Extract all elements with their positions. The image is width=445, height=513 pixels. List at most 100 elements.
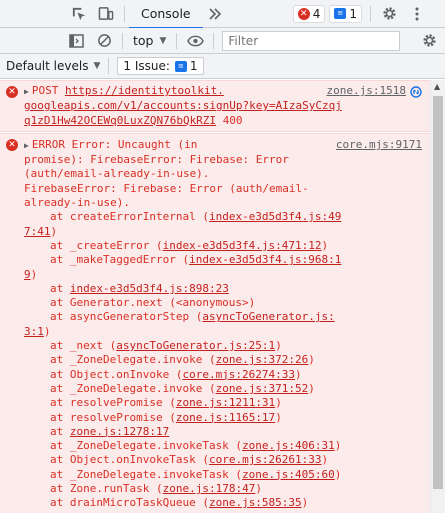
stack-frame-function: at _ZoneDelegate.invoke ( bbox=[50, 381, 216, 395]
error-text-line: already-in-use). bbox=[24, 196, 130, 210]
stack-frame-end: ) bbox=[275, 396, 282, 410]
stack-frame-function: at _makeTaggedError ( bbox=[50, 253, 190, 267]
message-line: core.mjs:9171 ▶ ERROR Error: Uncaught (in bbox=[24, 138, 422, 153]
request-url-link[interactable]: googleapis.com/v1/accounts:signUp?key=AI… bbox=[24, 99, 342, 112]
stack-frame: at _ZoneDelegate.invokeTask (zone.js:405… bbox=[24, 468, 422, 482]
stack-frame-link[interactable]: zone.js:371:52 bbox=[216, 382, 309, 395]
stack-frame-link[interactable]: index-e3d5d3f4.js:968:1 bbox=[189, 253, 341, 266]
stack-frame-function: at drainMicroTaskQueue ( bbox=[50, 496, 209, 510]
stack-frame-link[interactable]: index-e3d5d3f4.js:898:23 bbox=[70, 282, 229, 295]
stack-frame-end: ) bbox=[321, 238, 329, 252]
error-x-icon: ✕ bbox=[6, 138, 18, 151]
console-messages: ✕ zone.js:1518 ▶ POST https://identitytool… bbox=[0, 80, 430, 513]
message-line: q1zD1Hw42OCEWq0LuxZQN76bQkRZI 400 bbox=[24, 114, 422, 128]
stack-frame-function: at resolvePromise ( bbox=[50, 396, 176, 410]
kebab-menu-icon[interactable] bbox=[403, 0, 431, 28]
console-scrollbar[interactable]: ▲ bbox=[430, 80, 445, 513]
stack-frame: at _makeTaggedError (index-e3d5d3f4.js:9… bbox=[24, 253, 422, 267]
sidebar-toggle-icon[interactable] bbox=[62, 27, 90, 55]
source-link[interactable]: zone.js:1518 bbox=[327, 84, 406, 98]
stack-frame-end: ) bbox=[275, 339, 282, 353]
stack-frame: at resolvePromise (zone.js:1165:17) bbox=[24, 411, 422, 425]
gear-icon[interactable] bbox=[375, 0, 403, 28]
gear-icon[interactable] bbox=[415, 27, 443, 55]
context-select[interactable]: top ▼ bbox=[127, 33, 172, 48]
stack-frame-function: at Object.onInvokeTask ( bbox=[50, 453, 209, 467]
stack-frame-link[interactable]: asyncToGenerator.js: bbox=[202, 310, 334, 323]
error-x-icon: ✕ bbox=[297, 7, 310, 20]
stack-frame-link[interactable]: zone.js:372:26 bbox=[216, 353, 309, 366]
stack-frame: at Generator.next (<anonymous>) bbox=[24, 296, 422, 310]
stack-frame: at Zone.runTask (zone.js:178:47) bbox=[24, 482, 422, 496]
network-request-icon[interactable] bbox=[410, 86, 422, 98]
stack-frame-link[interactable]: zone.js:1278:17 bbox=[70, 425, 169, 438]
stack-frame-link[interactable]: zone.js:405:60 bbox=[242, 468, 335, 481]
stack-frame-link[interactable]: core.mjs:26274:33 bbox=[182, 368, 295, 381]
stack-frame-continuation: 9) bbox=[24, 268, 422, 282]
stack-frame-continuation: 7:41) bbox=[24, 225, 422, 239]
info-count-badge[interactable]: ≡ 1 bbox=[329, 4, 362, 23]
stack-frame-function: at bbox=[50, 281, 70, 295]
scroll-up-arrow-icon[interactable]: ▲ bbox=[434, 82, 440, 91]
device-toolbar-icon[interactable] bbox=[92, 0, 120, 28]
clear-console-icon[interactable] bbox=[90, 27, 118, 55]
stack-frame: at _ZoneDelegate.invoke (zone.js:372:26) bbox=[24, 353, 422, 367]
stack-frame-function: at _ZoneDelegate.invoke ( bbox=[50, 353, 216, 367]
toolbar-divider bbox=[122, 32, 123, 49]
message-line: googleapis.com/v1/accounts:signUp?key=AI… bbox=[24, 99, 422, 113]
stack-frame-end: ) bbox=[43, 324, 51, 338]
console-toolbar: top ▼ bbox=[0, 28, 445, 54]
live-expression-icon[interactable] bbox=[181, 27, 209, 55]
toolbar-divider bbox=[176, 32, 178, 49]
stack-frame: at resolvePromise (zone.js:1211:31) bbox=[24, 396, 422, 410]
expand-triangle-icon[interactable]: ▶ bbox=[24, 141, 29, 150]
tab-console-label: Console bbox=[141, 6, 191, 21]
request-url-link[interactable]: https://identitytoolkit. bbox=[65, 84, 224, 97]
issues-button[interactable]: 1 Issue: ≡ 1 bbox=[117, 57, 204, 75]
stack-frame-link[interactable]: 7:41 bbox=[24, 225, 51, 238]
stack-frame-end: ) bbox=[295, 367, 302, 381]
stack-frame-link[interactable]: zone.js:1165:17 bbox=[176, 411, 275, 424]
stack-frame-function: at _ZoneDelegate.invokeTask ( bbox=[50, 467, 243, 481]
stack-frame-link[interactable]: 9 bbox=[24, 268, 31, 281]
stack-frame-link[interactable]: index-e3d5d3f4.js:49 bbox=[209, 210, 341, 223]
stack-frame-end: ) bbox=[334, 467, 342, 481]
stack-frame-function: at Generator.next (<anonymous>) bbox=[50, 296, 256, 310]
stack-frame: at createErrorInternal (index-e3d5d3f4.j… bbox=[24, 210, 422, 224]
stack-frame-link[interactable]: index-e3d5d3f4.js:471:12 bbox=[163, 239, 322, 252]
stack-frame-link[interactable]: zone.js:178:47 bbox=[163, 482, 256, 495]
stack-frame-link[interactable]: 3:1 bbox=[24, 325, 44, 338]
stack-frame: at Object.onInvoke (core.mjs:26274:33) bbox=[24, 368, 422, 382]
error-count-badge[interactable]: ✕ 4 bbox=[292, 4, 326, 23]
stack-frame-link[interactable]: zone.js:406:31 bbox=[242, 439, 335, 452]
caret-down-icon: ▼ bbox=[93, 61, 101, 71]
error-x-icon: ✕ bbox=[6, 86, 18, 98]
http-status: 400 bbox=[222, 113, 243, 127]
stack-frame-continuation: 3:1) bbox=[24, 325, 422, 339]
stack-frame-link[interactable]: zone.js:585:35 bbox=[209, 496, 302, 509]
info-count: 1 bbox=[349, 6, 357, 21]
scrollbar-thumb[interactable] bbox=[433, 96, 443, 489]
stack-frame: at Object.onInvokeTask (core.mjs:26261:3… bbox=[24, 453, 422, 467]
filter-input[interactable] bbox=[222, 30, 401, 51]
stack-frame-end: ) bbox=[321, 453, 329, 467]
request-url-link[interactable]: q1zD1Hw42OCEWq0LuxZQN76bQkRZI bbox=[24, 114, 216, 127]
stack-frame-end: ) bbox=[334, 439, 342, 453]
stack-frame-end: ) bbox=[30, 267, 38, 281]
toolbar-divider bbox=[370, 5, 371, 22]
stack-frame-function: at _createError ( bbox=[50, 238, 163, 252]
inspect-element-icon[interactable] bbox=[64, 0, 92, 28]
error-message[interactable]: ✕ core.mjs:9171 ▶ ERROR Error: Uncaught (i… bbox=[0, 132, 430, 513]
stack-frame-link[interactable]: core.mjs:26261:33 bbox=[209, 453, 322, 466]
network-error-message[interactable]: ✕ zone.js:1518 ▶ POST https://identitytool… bbox=[0, 80, 430, 132]
stack-frame: at _next (asyncToGenerator.js:25:1) bbox=[24, 339, 422, 353]
source-link[interactable]: core.mjs:9171 bbox=[336, 138, 422, 152]
log-levels-dropdown[interactable]: Default levels ▼ bbox=[6, 59, 100, 73]
stack-frame-link[interactable]: zone.js:1211:31 bbox=[176, 396, 275, 409]
stack-frame: at _createError (index-e3d5d3f4.js:471:1… bbox=[24, 239, 422, 253]
tab-console[interactable]: Console bbox=[129, 1, 203, 29]
stack-frame-link[interactable]: asyncToGenerator.js:25:1 bbox=[116, 339, 275, 352]
expand-triangle-icon[interactable]: ▶ bbox=[24, 87, 29, 96]
double-chevron-icon[interactable] bbox=[203, 0, 227, 28]
message-icon: ≡ bbox=[334, 8, 347, 19]
